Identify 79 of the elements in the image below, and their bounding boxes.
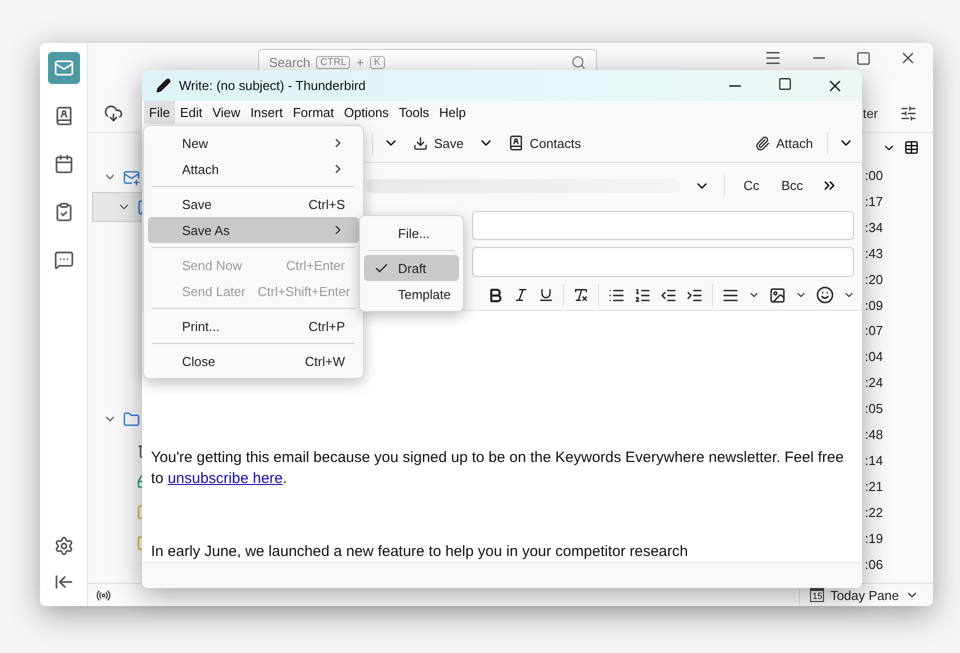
menu-item[interactable]: Save As xyxy=(148,217,359,243)
message-time: :19 xyxy=(864,530,883,548)
settings-icon[interactable] xyxy=(54,536,74,556)
online-status-icon[interactable] xyxy=(96,588,111,602)
save-button[interactable]: Save xyxy=(409,132,468,155)
emoji-icon[interactable] xyxy=(816,286,834,304)
filter-label[interactable]: ter xyxy=(862,106,878,121)
message-body[interactable] xyxy=(142,310,862,562)
menu-bar-item[interactable]: View xyxy=(207,101,246,124)
search-icon xyxy=(571,54,586,70)
pencil-icon xyxy=(156,78,171,94)
paperclip-icon xyxy=(755,136,770,151)
to-field[interactable] xyxy=(472,211,854,240)
search-placeholder: Search xyxy=(269,54,310,70)
menu-item[interactable]: Template xyxy=(364,281,459,307)
menu-item[interactable]: Draft xyxy=(364,255,459,281)
menu-bar-item[interactable]: Tools xyxy=(394,101,434,124)
envelope-icon[interactable] xyxy=(123,168,140,186)
message-time: :17 xyxy=(864,192,883,211)
message-time: :24 xyxy=(864,374,883,392)
message-time: :07 xyxy=(864,322,883,340)
attach-button[interactable]: Attach xyxy=(751,132,817,155)
menu-bar-item[interactable]: Insert xyxy=(245,101,288,124)
mail-icon xyxy=(54,58,74,78)
menu-icon[interactable] xyxy=(764,49,782,67)
message-time: :14 xyxy=(864,452,883,470)
menu-item[interactable]: File... xyxy=(364,220,459,246)
message-time: :05 xyxy=(864,400,883,418)
menu-bar-item[interactable]: Options xyxy=(339,101,394,124)
folder-icon[interactable] xyxy=(123,410,140,428)
window-title: Write: (no subject) - Thunderbird xyxy=(179,78,367,94)
italic-icon[interactable] xyxy=(513,287,529,304)
contacts-button[interactable]: Contacts xyxy=(504,131,585,156)
menu-item[interactable]: New xyxy=(148,130,359,156)
menu-item[interactable]: Attach xyxy=(148,156,359,182)
message-time: :48 xyxy=(864,426,883,444)
message-time: :04 xyxy=(864,348,883,366)
message-time: :21 xyxy=(864,478,883,496)
menu-bar-item[interactable]: Help xyxy=(434,101,471,124)
address-book-icon xyxy=(508,135,524,152)
from-field[interactable] xyxy=(367,178,680,193)
body-paragraph: You're getting this email because you signed up to be on the Keywords Everywhere newsletter. Feel free to unsubscribe here. xyxy=(151,448,845,489)
recipient-type-button[interactable]: Cc xyxy=(739,174,764,198)
menu-item[interactable]: Print... Ctrl+P xyxy=(148,313,359,339)
cloud-download-icon[interactable] xyxy=(104,104,123,123)
body-paragraph: In early June, we launched a new feature to help you in your competitor research xyxy=(151,542,689,562)
message-time: :43 xyxy=(864,244,883,263)
download-icon xyxy=(413,136,428,151)
underline-icon[interactable] xyxy=(538,287,554,304)
menu-bar-item[interactable]: Format xyxy=(288,101,339,124)
space-button[interactable] xyxy=(48,52,80,84)
key-cap: CTRL xyxy=(316,56,350,68)
message-time: :34 xyxy=(864,218,883,237)
menu-bar-item[interactable]: Edit xyxy=(174,101,208,124)
key-cap: K xyxy=(370,56,385,68)
sliders-icon[interactable] xyxy=(900,105,917,122)
table-icon[interactable] xyxy=(904,140,919,155)
menu-item[interactable]: Save Ctrl+S xyxy=(148,191,359,217)
clipboard-icon xyxy=(54,202,74,222)
numbered-list-icon[interactable] xyxy=(634,286,651,304)
clear-formatting-icon[interactable] xyxy=(573,287,589,304)
menu-item[interactable]: Close Ctrl+W xyxy=(148,348,359,374)
message-time: :06 xyxy=(864,556,883,574)
image-icon[interactable] xyxy=(769,286,786,304)
plus-sign: + xyxy=(356,54,364,70)
menu-bar-item[interactable]: File xyxy=(144,101,175,124)
unsubscribe-link[interactable]: unsubscribe here xyxy=(168,470,283,487)
chat-icon xyxy=(54,250,74,270)
message-time: :20 xyxy=(864,270,883,289)
calendar-icon xyxy=(54,154,74,174)
bold-icon[interactable] xyxy=(487,286,504,304)
message-time: :22 xyxy=(864,504,883,522)
recipient-type-button[interactable]: Bcc xyxy=(777,174,807,198)
message-time: :00 xyxy=(864,167,883,185)
subject-field[interactable] xyxy=(472,247,854,277)
address-book-icon xyxy=(54,106,74,126)
message-time: :09 xyxy=(864,296,883,315)
maximize-icon[interactable] xyxy=(856,50,871,66)
maximize-icon[interactable] xyxy=(778,76,792,91)
